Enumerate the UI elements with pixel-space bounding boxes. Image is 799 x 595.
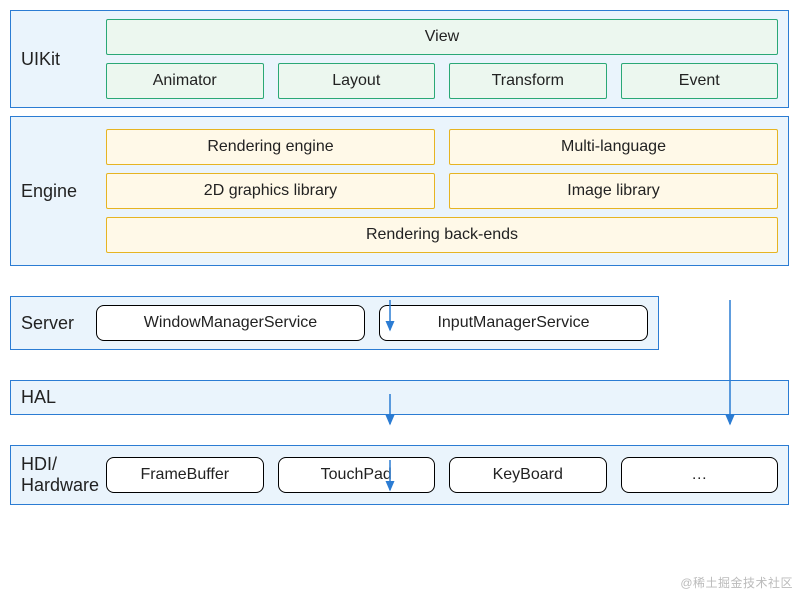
- transform-box: Transform: [449, 63, 607, 99]
- uikit-label: UIKit: [21, 49, 106, 70]
- animator-box: Animator: [106, 63, 264, 99]
- touchpad-box: TouchPad: [278, 457, 436, 493]
- input-manager-box: InputManagerService: [379, 305, 648, 341]
- hdi-layer: HDI/ Hardware FrameBuffer TouchPad KeyBo…: [10, 445, 789, 505]
- watermark: @稀土掘金技术社区: [680, 574, 793, 591]
- multi-language-box: Multi-language: [449, 129, 778, 165]
- spacer-1: [10, 274, 789, 296]
- image-library-box: Image library: [449, 173, 778, 209]
- framebuffer-box: FrameBuffer: [106, 457, 264, 493]
- hdi-content: FrameBuffer TouchPad KeyBoard …: [106, 457, 778, 493]
- event-box: Event: [621, 63, 779, 99]
- view-box: View: [106, 19, 778, 55]
- hal-layer: HAL: [10, 380, 789, 415]
- server-layer: Server WindowManagerService InputManager…: [10, 296, 659, 350]
- hdi-label: HDI/ Hardware: [21, 454, 106, 496]
- spacer-3: [10, 423, 789, 445]
- rendering-backends-box: Rendering back-ends: [106, 217, 778, 253]
- keyboard-box: KeyBoard: [449, 457, 607, 493]
- window-manager-box: WindowManagerService: [96, 305, 365, 341]
- hal-label: HAL: [21, 387, 106, 408]
- spacer-2: [10, 358, 789, 380]
- rendering-engine-box: Rendering engine: [106, 129, 435, 165]
- more-box: …: [621, 457, 779, 493]
- uikit-layer: UIKit View Animator Layout Transform Eve…: [10, 10, 789, 108]
- engine-layer: Engine Rendering engine Multi-language 2…: [10, 116, 789, 266]
- engine-label: Engine: [21, 181, 106, 202]
- layout-box: Layout: [278, 63, 436, 99]
- server-content: WindowManagerService InputManagerService: [96, 305, 648, 341]
- server-label: Server: [21, 313, 96, 334]
- uikit-content: View Animator Layout Transform Event: [106, 19, 778, 99]
- engine-content: Rendering engine Multi-language 2D graph…: [106, 129, 778, 253]
- graphics2d-box: 2D graphics library: [106, 173, 435, 209]
